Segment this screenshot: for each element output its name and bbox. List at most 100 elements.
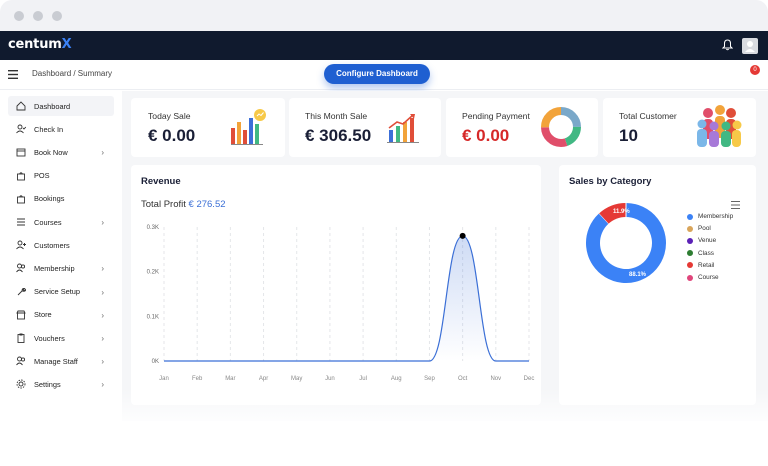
y-tick-label: 0K: [152, 359, 159, 365]
sidebar-item-bookings[interactable]: Bookings: [8, 189, 114, 209]
trend-chart-icon: [387, 114, 419, 143]
kpi-label: Today Sale: [148, 111, 191, 121]
sidebar-item-customers[interactable]: Customers: [8, 235, 114, 255]
x-tick-label: Nov: [490, 376, 501, 382]
wrench-icon: [17, 287, 26, 295]
chevron-right-icon: ›: [101, 218, 104, 227]
sidebar-item-store[interactable]: Store ›: [8, 305, 114, 325]
breadcrumb[interactable]: Dashboard / Summary: [32, 69, 112, 78]
app-window: centumX Dashboard / Summary 0 Configure …: [0, 0, 768, 466]
revenue-area: [164, 235, 529, 361]
kpi-value: € 306.50: [305, 126, 372, 145]
legend-item-membership[interactable]: Membership: [687, 213, 733, 220]
users-icon: [16, 356, 26, 366]
x-tick-label: Feb: [192, 376, 203, 382]
x-tick-label: Sep: [424, 376, 435, 382]
slice-label-membership: 88.1%: [629, 272, 647, 278]
legend-item-pool[interactable]: Pool: [687, 225, 711, 232]
sidebar-item-dashboard[interactable]: Dashboard: [8, 96, 114, 116]
top-navbar: centumX: [0, 31, 768, 60]
kpi-label: Total Customer: [619, 111, 677, 121]
legend-swatch: [687, 237, 693, 244]
kpi-value: € 0.00: [462, 126, 510, 145]
chevron-right-icon: ›: [101, 264, 104, 274]
y-tick-label: 0.3K: [147, 225, 159, 231]
revenue-card: Revenue Total Profit € 276.52 Jan Feb Mar A…: [131, 165, 541, 405]
home-icon: [16, 101, 26, 111]
chevron-right-icon: ›: [101, 334, 104, 343]
user-check-icon: [16, 124, 26, 134]
sidebar-item-vouchers[interactable]: Vouchers ›: [8, 328, 114, 348]
legend-swatch: [687, 225, 693, 232]
legend-label: Pool: [698, 225, 711, 233]
x-tick-label: Dec: [524, 376, 535, 382]
sidebar-item-service-setup[interactable]: Service Setup ›: [8, 282, 114, 302]
x-tick-label: Jun: [325, 376, 335, 382]
sidebar-item-label: Store: [34, 310, 52, 320]
sidebar-item-label: Bookings: [34, 194, 65, 204]
category-pie-chart: 11.9% 88.1%: [586, 203, 666, 283]
sidebar-item-label: Book Now: [34, 147, 68, 157]
bar-chart-icon: [231, 109, 266, 145]
peak-point[interactable]: [459, 232, 466, 239]
legend-label: Retail: [698, 261, 715, 269]
kpi-card-total-customer: Total Customer 10: [603, 98, 756, 157]
sidebar-item-label: Vouchers: [34, 333, 65, 343]
legend-item-venue[interactable]: Venue: [687, 237, 716, 244]
configure-dashboard-button[interactable]: Configure Dashboard: [324, 64, 430, 84]
y-tick-label: 0.2K: [147, 270, 159, 276]
calendar-icon: [16, 148, 26, 157]
sidebar-item-courses[interactable]: Courses ›: [8, 212, 114, 232]
sidebar-item-check-in[interactable]: Check In: [8, 119, 114, 139]
user-add-icon: [16, 240, 26, 250]
revenue-chart: Jan Feb Mar Apr May Jun Jul Aug Sep Oct Nov Dec 0K 0.…: [147, 225, 535, 382]
legend-label: Venue: [698, 237, 717, 245]
logo[interactable]: centumX: [8, 37, 72, 52]
kpi-value: 10: [619, 126, 638, 145]
bag-icon: [17, 195, 25, 204]
legend-item-retail[interactable]: Retail: [687, 262, 714, 269]
legend-item-class[interactable]: Class: [687, 250, 714, 257]
window-dot[interactable]: [33, 11, 43, 21]
users-icon: [16, 263, 26, 273]
window-dot[interactable]: [14, 11, 24, 21]
bag-icon: [17, 171, 25, 181]
x-tick-label: Oct: [458, 376, 468, 382]
legend-item-course[interactable]: Course: [687, 274, 719, 281]
sidebar-item-label: Membership: [34, 263, 75, 273]
chevron-right-icon: ›: [101, 357, 104, 367]
x-tick-label: Jul: [359, 376, 367, 382]
legend-swatch: [687, 274, 693, 281]
chevron-right-icon: ›: [101, 148, 104, 158]
chevron-right-icon: ›: [101, 287, 104, 297]
sidebar-item-label: Manage Staff: [34, 356, 78, 366]
people-icon: [697, 105, 742, 147]
legend-label: Membership: [698, 213, 734, 220]
avatar[interactable]: [742, 38, 758, 54]
menu-icon[interactable]: [8, 70, 18, 79]
legend-swatch: [687, 250, 693, 257]
legend-label: Course: [698, 274, 719, 281]
sidebar-item-label: POS: [34, 171, 50, 181]
kpi-card-month-sale: This Month Sale € 306.50: [289, 98, 441, 157]
x-tick-label: Mar: [225, 376, 235, 382]
legend-swatch: [687, 262, 693, 269]
donut-chart-icon: [541, 107, 581, 147]
list-icon: [17, 218, 25, 226]
y-tick-label: 0.1K: [147, 314, 159, 320]
sidebar-item-label: Dashboard: [34, 101, 71, 111]
window-dot[interactable]: [52, 11, 62, 21]
pie-slice-membership[interactable]: [586, 203, 666, 283]
sidebar-item-membership[interactable]: Membership ›: [8, 258, 114, 278]
bell-icon[interactable]: [722, 39, 733, 51]
sidebar-item-manage-staff[interactable]: Manage Staff ›: [8, 351, 114, 371]
sidebar-item-pos[interactable]: POS: [8, 166, 114, 186]
x-tick-label: Aug: [391, 376, 402, 382]
kpi-card-today-sale: Today Sale € 0.00: [131, 98, 285, 157]
sidebar-item-label: Customers: [34, 240, 70, 250]
sidebar: Dashboard Check In Book Now › POS Bookings Cou…: [0, 91, 122, 411]
sidebar-item-book-now[interactable]: Book Now ›: [8, 142, 114, 162]
x-tick-label: May: [291, 376, 302, 382]
kpi-card-pending-payment: Pending Payment € 0.00: [446, 98, 598, 157]
sidebar-item-label: Courses: [34, 217, 62, 227]
